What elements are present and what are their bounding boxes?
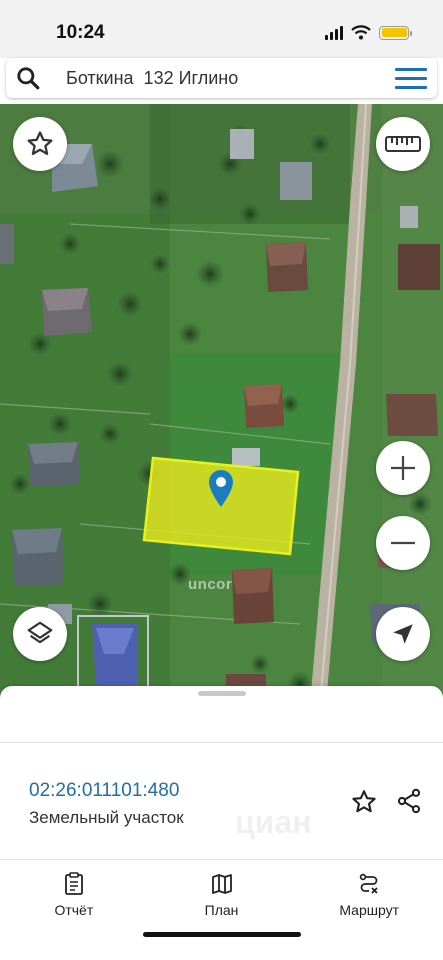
tab-route-label: Маршрут: [339, 902, 400, 918]
minus-icon: [391, 541, 415, 545]
zoom-out-button[interactable]: [376, 516, 430, 570]
map-watermark: uncor: [188, 576, 233, 593]
tab-route[interactable]: Маршрут: [295, 860, 443, 924]
layers-icon: [27, 621, 53, 644]
plus-icon: [391, 456, 415, 480]
battery-icon: [379, 25, 412, 40]
search-input[interactable]: Боткина 132 Иглино: [50, 68, 385, 89]
search-icon: [17, 67, 40, 90]
report-clipboard-icon: [64, 872, 83, 895]
bottom-tab-bar: Отчёт План Маршрут: [0, 860, 443, 924]
favorite-parcel-button[interactable]: [350, 788, 378, 821]
zoom-in-button[interactable]: [376, 441, 430, 495]
status-time: 10:24: [56, 22, 105, 43]
map-plan-icon: [211, 874, 232, 894]
cellular-signal-icon: [325, 25, 343, 40]
star-icon: [27, 131, 53, 155]
ruler-button[interactable]: [376, 117, 430, 171]
satellite-map[interactable]: uncor: [0, 104, 443, 704]
tab-plan[interactable]: План: [148, 860, 296, 924]
status-bar: 10:24: [0, 0, 443, 58]
route-icon: [359, 873, 378, 894]
navigation-arrow-icon: [393, 624, 413, 644]
hamburger-menu-icon: [395, 67, 427, 71]
bottom-sheet[interactable]: циан 02:26:011101:480 Земельный участок …: [0, 686, 443, 960]
wifi-icon: [351, 25, 371, 40]
search-button[interactable]: [6, 58, 50, 98]
home-indicator: [143, 932, 301, 937]
star-icon: [352, 790, 376, 813]
search-bar[interactable]: Боткина 132 Иглино: [6, 58, 437, 98]
locate-me-button[interactable]: [376, 607, 430, 661]
menu-button[interactable]: [385, 58, 437, 98]
location-pin-icon[interactable]: [206, 468, 236, 508]
cadastral-number-link[interactable]: 02:26:011101:480: [29, 780, 179, 802]
share-icon: [397, 788, 421, 814]
share-button[interactable]: [395, 787, 423, 820]
satellite-imagery: [0, 104, 443, 704]
tab-plan-label: План: [204, 902, 239, 918]
watermark: циан: [235, 804, 312, 840]
sheet-drag-handle[interactable]: [198, 691, 246, 696]
object-type: Земельный участок: [29, 808, 184, 827]
tab-report-label: Отчёт: [54, 902, 94, 918]
ruler-icon: [385, 136, 421, 152]
tab-report[interactable]: Отчёт: [0, 860, 148, 924]
layers-button[interactable]: [13, 607, 67, 661]
divider: [0, 742, 443, 743]
favorite-button[interactable]: [13, 117, 67, 171]
status-icons: [325, 25, 412, 40]
